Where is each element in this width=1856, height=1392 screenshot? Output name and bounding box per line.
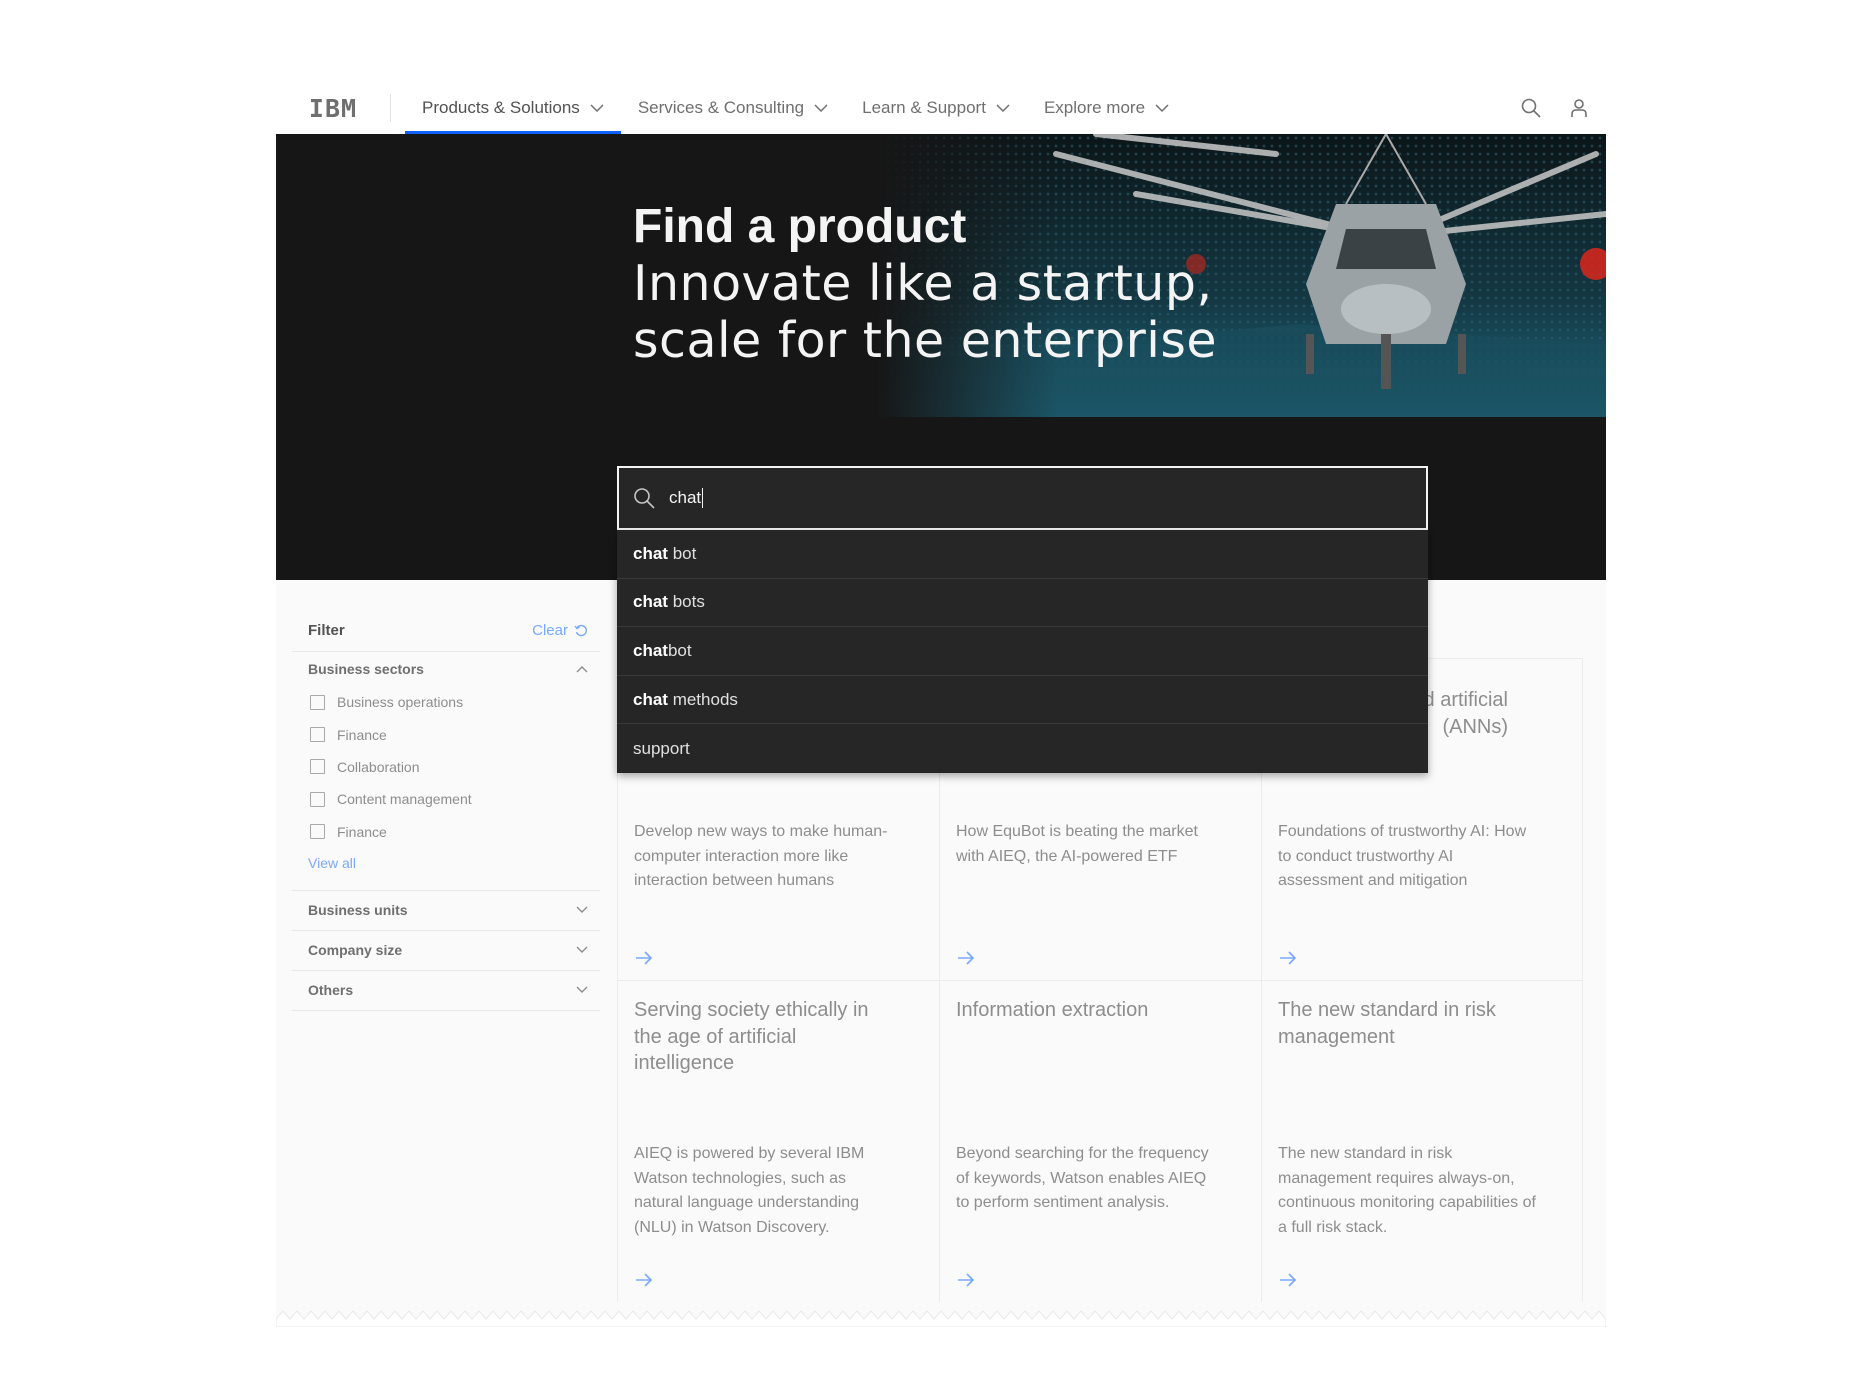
- result-card[interactable]: Information extraction Beyond searching …: [939, 980, 1261, 1302]
- chevron-down-icon: [576, 946, 588, 954]
- checkbox[interactable]: [310, 824, 325, 840]
- card-description: AIEQ is powered by several IBM Watson te…: [634, 1145, 865, 1236]
- nav-item-learn-support[interactable]: Learn & Support: [845, 82, 1027, 134]
- nav-item-label: Products & Solutions: [422, 98, 580, 117]
- filter-group-label: Company size: [308, 942, 403, 959]
- chevron-down-icon: [576, 986, 588, 994]
- page-frame: IBM Products & Solutions Services & Cons…: [276, 82, 1606, 1327]
- search-icon: [634, 488, 655, 509]
- business-sectors-options: Business operations Finance Collaboratio…: [292, 686, 600, 891]
- checkbox[interactable]: [310, 791, 325, 807]
- suggestion-rest: bot: [667, 543, 697, 563]
- checkbox[interactable]: [310, 694, 325, 710]
- card-description: How EquBot is beating the market with AI…: [956, 823, 1198, 865]
- reset-icon: [574, 624, 587, 636]
- checkbox[interactable]: [310, 727, 325, 743]
- checkbox-label: Finance: [337, 823, 387, 840]
- suggestion-match: chat: [633, 543, 668, 563]
- chevron-down-icon: [814, 103, 828, 112]
- arrow-right-icon[interactable]: [956, 950, 976, 966]
- card-title: Serving society ethically in the age of …: [634, 999, 869, 1074]
- filter-panel: Filter Clear Business sectors Business o…: [292, 620, 600, 1011]
- hero-title: Find a product: [633, 200, 967, 253]
- checkbox-option[interactable]: Finance: [308, 816, 600, 848]
- suggestion-match: chat: [633, 640, 668, 660]
- filter-group-company-size[interactable]: Company size: [292, 931, 600, 971]
- top-nav: IBM Products & Solutions Services & Cons…: [276, 82, 1606, 134]
- card-title: The new standard in risk management: [1278, 999, 1496, 1048]
- chevron-up-icon: [576, 666, 588, 673]
- search-input-value: chat: [669, 487, 704, 509]
- suggestion-item[interactable]: chat bot: [617, 627, 1428, 676]
- product-search-input[interactable]: chat: [617, 466, 1428, 530]
- checkbox-option[interactable]: Business operations: [308, 686, 600, 718]
- card-description: Develop new ways to make human-computer …: [634, 823, 888, 889]
- card-description: The new standard in risk management requ…: [1278, 1145, 1536, 1236]
- view-all-link[interactable]: View all: [308, 848, 600, 878]
- chevron-down-icon: [590, 103, 604, 112]
- hero-subtitle-line-2: scale for the enterprise: [633, 312, 1218, 369]
- nav-actions: [1518, 82, 1606, 134]
- card-title: Information extraction: [956, 999, 1149, 1021]
- torn-edge-divider: [276, 1310, 1606, 1327]
- hero-subtitle-line-1: Innovate like a startup,: [633, 255, 1213, 312]
- arrow-right-icon[interactable]: [1278, 950, 1298, 966]
- arrow-right-icon[interactable]: [634, 950, 654, 966]
- text-caret: [702, 488, 704, 509]
- filter-title: Filter: [308, 622, 345, 639]
- chevron-down-icon: [1155, 103, 1169, 112]
- suggestion-match: chat: [633, 689, 668, 709]
- checkbox-option[interactable]: Content management: [308, 783, 600, 815]
- checkbox[interactable]: [310, 759, 325, 775]
- nav-menu: Products & Solutions Services & Consulti…: [391, 82, 1186, 134]
- suggestion-item[interactable]: chat bot: [617, 530, 1428, 579]
- checkbox-option[interactable]: Finance: [308, 718, 600, 750]
- filter-header: Filter Clear: [292, 620, 600, 652]
- card-description: Foundations of trustworthy AI: How to co…: [1278, 823, 1527, 889]
- suggestion-item[interactable]: chat methods: [617, 676, 1428, 725]
- checkbox-label: Business operations: [337, 694, 464, 711]
- nav-item-label: Explore more: [1043, 98, 1146, 117]
- suggestion-rest: bot: [667, 640, 692, 660]
- arrow-right-icon[interactable]: [634, 1272, 654, 1288]
- hero-text: Find a product Innovate like a startup, …: [633, 199, 1217, 369]
- nav-item-explore-more[interactable]: Explore more: [1027, 82, 1186, 134]
- user-icon[interactable]: [1566, 95, 1592, 121]
- arrow-right-icon[interactable]: [956, 1272, 976, 1288]
- card-description: Beyond searching for the frequency of ke…: [956, 1145, 1209, 1211]
- nav-item-services-consulting[interactable]: Services & Consulting: [621, 82, 845, 134]
- suggestion-rest: support: [633, 738, 690, 758]
- checkbox-label: Collaboration: [337, 758, 420, 775]
- filter-group-label: Business sectors: [308, 661, 424, 677]
- checkbox-option[interactable]: Collaboration: [308, 751, 600, 783]
- chevron-down-icon: [576, 906, 588, 914]
- result-card[interactable]: Serving society ethically in the age of …: [617, 980, 939, 1302]
- suggestion-item[interactable]: chat bots: [617, 579, 1428, 628]
- arrow-right-icon[interactable]: [1278, 1272, 1298, 1288]
- filter-group-label: Business units: [308, 902, 408, 919]
- suggestion-rest: methods: [667, 689, 738, 709]
- clear-filter-button[interactable]: Clear: [532, 622, 588, 639]
- result-card[interactable]: The new standard in risk management The …: [1261, 980, 1583, 1302]
- search-icon[interactable]: [1518, 95, 1544, 121]
- checkbox-label: Finance: [337, 726, 387, 743]
- suggestion-match: chat: [633, 592, 668, 612]
- nav-item-label: Services & Consulting: [637, 98, 805, 117]
- clear-label: Clear: [532, 622, 568, 639]
- suggestion-rest: bots: [667, 592, 705, 612]
- checkbox-label: Content management: [337, 791, 472, 808]
- search-text: chat: [669, 487, 702, 507]
- filter-group-others[interactable]: Others: [292, 971, 600, 1011]
- filter-group-label: Others: [308, 982, 354, 999]
- filter-group-business-units[interactable]: Business units: [292, 891, 600, 931]
- search-suggestions: chat bot chat bots chat bot chat methods …: [617, 530, 1428, 773]
- ibm-logo[interactable]: IBM: [276, 94, 391, 123]
- chevron-down-icon: [996, 103, 1010, 112]
- suggestion-item[interactable]: support: [617, 724, 1428, 773]
- nav-item-label: Learn & Support: [862, 98, 986, 117]
- filter-group-business-sectors[interactable]: Business sectors: [292, 652, 600, 686]
- nav-item-products-solutions[interactable]: Products & Solutions: [405, 82, 621, 134]
